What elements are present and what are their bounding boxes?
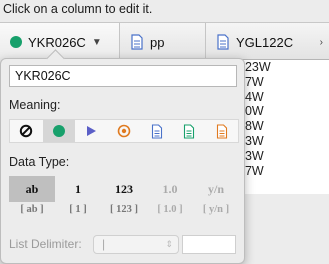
target-icon: [117, 124, 131, 138]
list-item: 30W: [238, 104, 264, 119]
column-tab-2[interactable]: pp: [120, 23, 206, 61]
column-tab-3[interactable]: YGL122C ›: [206, 23, 329, 61]
background-area: [245, 194, 329, 264]
list-type-number-button[interactable]: [ 123 ]: [101, 204, 147, 220]
list-type-float-button[interactable]: [ 1.0 ]: [147, 204, 193, 220]
meaning-doc-blue-button[interactable]: [140, 120, 173, 142]
updown-chevron-icon: ⇕: [165, 239, 173, 249]
document-icon: [217, 34, 229, 50]
data-type-integer-button[interactable]: 1: [55, 176, 101, 202]
document-green-icon: [184, 123, 195, 139]
instruction-text: Click on a column to edit it.: [3, 2, 153, 16]
green-dot-icon: [52, 125, 65, 137]
column-values: 123W 97W 04W 30W 18W 03W 03W 97W: [237, 60, 329, 194]
list-type-integer-button[interactable]: [ 1 ]: [55, 204, 101, 220]
column-editor-popover: Meaning:: [0, 58, 245, 264]
data-type-list-selector: [ ab ] [ 1 ] [ 123 ] [ 1.0 ] [ y/n ]: [9, 204, 239, 220]
data-type-float-button[interactable]: 1.0: [147, 176, 193, 202]
document-icon: [131, 34, 143, 50]
column-tab-label: pp: [150, 34, 165, 50]
list-delimiter-custom-input[interactable]: [182, 235, 236, 254]
meaning-target-button[interactable]: [108, 120, 141, 142]
list-type-boolean-button[interactable]: [ y/n ]: [193, 204, 239, 220]
data-type-number-button[interactable]: 123: [101, 176, 147, 202]
meaning-primary-button[interactable]: [42, 120, 76, 142]
column-name-input[interactable]: [9, 65, 237, 87]
list-delimiter-select[interactable]: | ⇕: [93, 235, 179, 254]
meaning-none-button[interactable]: [10, 120, 43, 142]
data-type-text-button[interactable]: ab: [9, 176, 55, 202]
meaning-doc-green-button[interactable]: [173, 120, 206, 142]
list-item: 04W: [238, 89, 264, 104]
list-delimiter-value: |: [102, 237, 106, 251]
list-item: 03W: [238, 133, 264, 148]
list-item: 18W: [238, 119, 264, 134]
data-type-label: Data Type:: [9, 155, 70, 169]
data-type-boolean-button[interactable]: y/n: [193, 176, 239, 202]
meaning-selector: [9, 119, 239, 143]
list-item: 123W: [238, 60, 271, 74]
chevron-down-icon: ▼: [91, 36, 102, 48]
meaning-label: Meaning:: [9, 98, 61, 112]
play-triangle-icon: [87, 126, 97, 136]
document-orange-icon: [216, 123, 227, 139]
list-delimiter-label: List Delimiter:: [9, 237, 82, 251]
column-tab-label: YGL122C: [236, 34, 294, 50]
data-type-selector: ab 1 123 1.0 y/n: [9, 176, 239, 202]
meaning-play-button[interactable]: [75, 120, 108, 142]
document-blue-icon: [151, 123, 162, 139]
none-icon: [20, 124, 33, 138]
meaning-doc-orange-button[interactable]: [205, 120, 238, 142]
list-item: 97W: [238, 74, 264, 89]
list-item: 97W: [238, 163, 264, 178]
list-item: 03W: [238, 148, 264, 163]
column-tab-label: YKR026C: [28, 34, 86, 50]
green-dot-icon: [10, 36, 22, 48]
chevron-right-icon[interactable]: ›: [320, 37, 323, 48]
list-type-text-button[interactable]: [ ab ]: [9, 204, 55, 220]
list-delimiter-row: List Delimiter: | ⇕: [9, 234, 239, 256]
